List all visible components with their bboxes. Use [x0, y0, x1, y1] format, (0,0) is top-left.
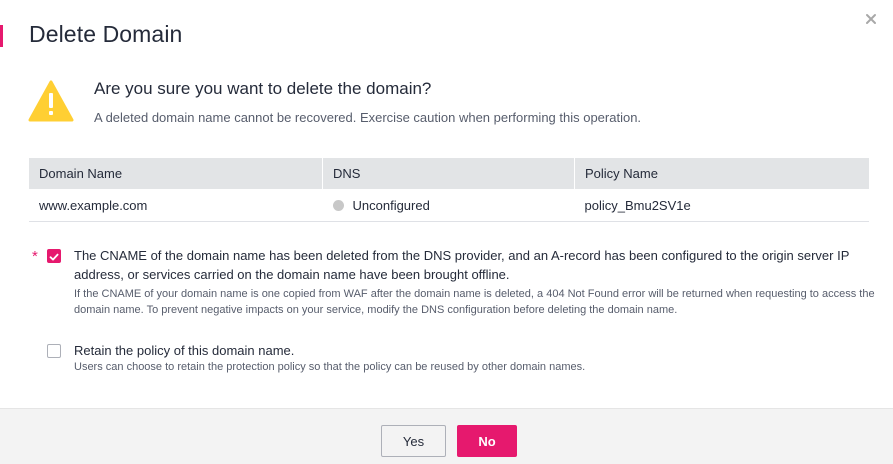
column-header-dns: DNS: [322, 158, 575, 189]
column-header-policy-name: Policy Name: [574, 158, 869, 189]
no-button[interactable]: No: [457, 425, 517, 457]
delete-domain-dialog: Delete Domain Are you sure you want to d…: [0, 0, 893, 464]
warning-triangle-icon: [28, 80, 74, 122]
column-header-domain-name: Domain Name: [29, 158, 323, 189]
domain-table: Domain Name DNS Policy Name www.example.…: [29, 158, 869, 222]
dialog-footer: Yes No: [0, 408, 893, 464]
confirm-question: Are you sure you want to delete the doma…: [94, 79, 432, 98]
retain-policy-label: Retain the policy of this domain name.: [74, 343, 295, 358]
retain-policy-checkbox[interactable]: [47, 344, 61, 358]
warning-description: A deleted domain name cannot be recovere…: [94, 110, 642, 125]
close-icon[interactable]: [862, 10, 880, 28]
cell-domain-name: www.example.com: [29, 189, 323, 222]
dialog-title: Delete Domain: [29, 21, 183, 47]
checkmark-icon: [49, 253, 59, 261]
title-accent-bar: [0, 25, 3, 47]
cell-dns: Unconfigured: [322, 189, 575, 222]
cell-policy-name: policy_Bmu2SV1e: [574, 189, 869, 222]
confirm-cname-deleted-checkbox[interactable]: [47, 249, 61, 263]
yes-button[interactable]: Yes: [381, 425, 446, 457]
retain-policy-note: Users can choose to retain the protectio…: [74, 361, 586, 373]
dns-status-text: Unconfigured: [352, 197, 430, 213]
table-header-row: Domain Name DNS Policy Name: [29, 158, 869, 189]
status-dot-icon: [332, 199, 344, 211]
required-marker: *: [32, 248, 38, 265]
table-row: www.example.com Unconfigured policy_Bmu2…: [29, 189, 869, 222]
confirm-cname-note: If the CNAME of your domain name is one …: [74, 288, 875, 316]
confirm-cname-label: The CNAME of the domain name has been de…: [74, 248, 850, 282]
